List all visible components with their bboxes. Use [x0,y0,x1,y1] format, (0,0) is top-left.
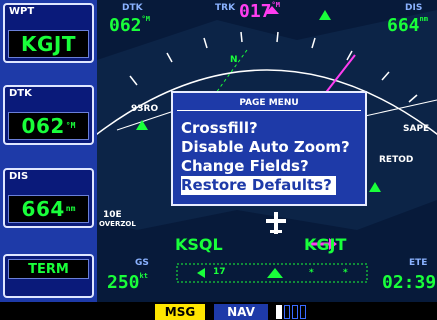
term-value: TERM [28,261,69,277]
footer-ete-value: 02:39 [382,272,437,293]
zoom-in-arrow [267,268,283,278]
dis-label: DIS [9,171,29,182]
nav-label: NAV [227,305,255,319]
dtk-value-box: 062 °M [8,112,89,140]
footer-gs-value: 250kt [107,272,148,293]
page-menu-divider [177,110,361,111]
wpt-field[interactable]: WPT KGJT [3,3,94,63]
footer-gs-label: GS [135,258,149,268]
map-label-retod: RETOD [379,155,414,165]
header-dis-value: 664nm [387,15,428,36]
zoom-out-arrow [197,268,205,278]
zoom-scale-text: 17 [213,267,226,277]
msg-label: MSG [164,305,196,319]
msg-annunciator[interactable]: MSG [155,304,205,320]
header-dis-label: DIS [405,3,423,13]
zoom-dot: * [309,268,314,278]
header-trk-number: 017 [239,1,272,22]
page-menu-title: PAGE MENU [239,98,299,108]
signal-bar [284,305,290,319]
from-waypoint: KSQL [175,235,223,254]
header-dtk-number: 062 [109,15,142,36]
header-dis-number: 664 [387,15,420,36]
dtk-label: DTK [9,88,32,99]
wpt-value-box: KGJT [8,30,89,58]
header-dtk-unit: °M [141,15,150,23]
footer-ete-label: ETE [409,258,428,268]
header-dtk-value: 062°M [109,15,150,36]
map-label-93ro: 93RO [131,104,159,114]
header-trk-value: 017°M [239,1,280,22]
signal-strength-indicator [276,305,306,319]
dis-unit: nm [65,204,76,213]
term-value-box: TERM [8,259,89,279]
menu-item-disable-auto-zoom[interactable]: Disable Auto Zoom? [181,138,350,157]
term-field[interactable]: TERM [3,254,94,298]
signal-bar [300,305,306,319]
left-data-panel: WPT KGJT DTK 062 °M DIS 664 nm TERM [0,0,97,302]
header-trk-unit: °M [271,1,280,9]
header-dis-unit: nm [419,15,428,23]
dis-value-box: 664 nm [8,195,89,223]
wpt-label: WPT [9,6,35,17]
menu-item-restore-defaults[interactable]: Restore Defaults? [181,176,336,195]
page-menu-popup: PAGE MENU Crossfill? Disable Auto Zoom? … [171,91,367,206]
to-waypoint: KGJT [304,235,347,254]
menu-item-change-fields[interactable]: Change Fields? [181,157,309,176]
wpt-value: KGJT [21,32,76,56]
map-label-overzol: OVERZOL [99,220,136,228]
north-marker: N [230,55,238,65]
dis-field[interactable]: DIS 664 nm [3,168,94,228]
dtk-unit: °M [65,121,76,130]
footer-gs-unit: kt [139,272,148,280]
header-trk-label: TRK [215,3,236,13]
dis-value: 664 [21,197,65,221]
dtk-field[interactable]: DTK 062 °M [3,85,94,145]
dtk-value: 062 [21,114,65,138]
nav-annunciator: NAV [214,304,268,320]
map-label-10e: 10E [103,210,122,220]
menu-item-crossfill[interactable]: Crossfill? [181,119,258,138]
signal-bar [276,305,282,319]
zoom-dot-2: * [343,268,348,278]
waypoint-marker-1 [319,10,331,20]
header-dtk-label: DTK [122,3,143,13]
signal-bar [292,305,298,319]
footer-gs-number: 250 [107,272,140,293]
map-label-sape: SAPE [403,124,430,134]
